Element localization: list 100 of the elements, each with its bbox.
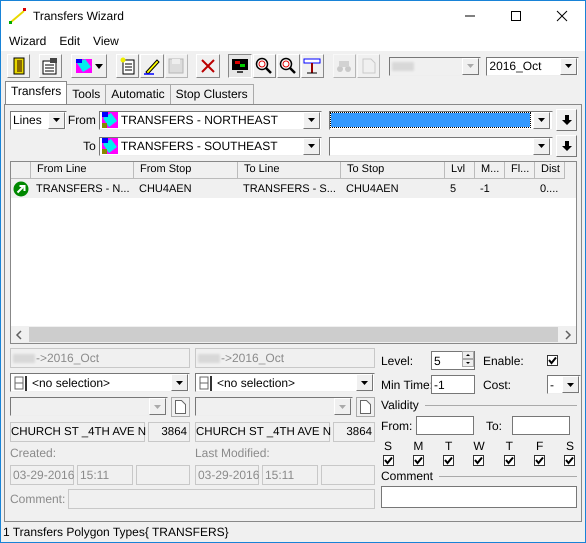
enable-checkbox[interactable]	[547, 355, 558, 366]
caret-icon	[361, 380, 368, 384]
document-icon	[41, 57, 60, 75]
filter-label: From	[66, 113, 97, 127]
day-label: T	[444, 439, 452, 453]
comment-field[interactable]	[381, 486, 577, 508]
page-icon	[360, 57, 378, 75]
day-label: M	[413, 439, 424, 453]
pencil-icon	[142, 57, 161, 75]
stamp-label: Created:	[10, 447, 58, 460]
new-document-icon	[118, 57, 137, 75]
level-spinner[interactable]: 5	[431, 351, 475, 370]
empty-field	[136, 465, 190, 485]
enable-label: Enable:	[483, 354, 525, 368]
cost-combo[interactable]: -	[547, 375, 581, 394]
caret-icon	[538, 118, 546, 122]
stop-combo[interactable]: <no selection>	[10, 373, 190, 392]
down-arrow-button[interactable]	[556, 135, 577, 157]
day-label: S	[566, 439, 574, 453]
horizontal-scrollbar[interactable]	[11, 326, 576, 343]
bus-stop-icon	[13, 374, 29, 390]
menu-item[interactable]: View	[88, 34, 124, 48]
stop-combo[interactable]: <no selection>	[195, 373, 375, 392]
menu-item[interactable]: Edit	[54, 34, 86, 48]
monitor-icon	[230, 57, 249, 75]
table-cell-text: 5	[449, 182, 458, 194]
mode-combo[interactable]: Lines	[10, 110, 67, 130]
stop-name-field: CHURCH ST _4TH AVE N	[195, 422, 330, 442]
layers-icon	[102, 138, 118, 154]
bus-stop-icon	[198, 374, 214, 390]
caret-icon	[339, 404, 346, 408]
page-button[interactable]	[356, 397, 375, 417]
day-checkbox[interactable]	[412, 455, 424, 466]
caret-icon	[154, 404, 161, 408]
filter-label: To	[82, 139, 97, 153]
day-label: F	[536, 439, 544, 453]
caret-icon	[564, 64, 572, 68]
date-field: 03-29-2016	[10, 465, 74, 485]
layer-combo[interactable]: TRANSFERS - SOUTHEAST	[98, 136, 322, 156]
group-title: Comment	[381, 469, 434, 483]
time-field: 15:11	[77, 465, 133, 485]
day-label: T	[506, 439, 513, 453]
down-arrow-icon	[562, 115, 572, 125]
caret-icon	[176, 380, 183, 384]
layer-combo[interactable]: TRANSFERS - NORTHEAST	[98, 110, 322, 130]
period-field: ->2016_Oct	[195, 348, 375, 368]
from-field[interactable]	[416, 416, 474, 435]
delete-icon	[199, 57, 218, 75]
day-checkbox[interactable]	[564, 455, 576, 466]
caret-icon	[467, 64, 474, 68]
min-time-label: Min Time:	[381, 378, 431, 392]
ruler-icon	[303, 57, 322, 75]
zoom-icon	[279, 57, 298, 75]
group-title: Validity	[381, 398, 419, 412]
tab[interactable]: Stop Clusters	[170, 84, 254, 104]
stamp-label: Last Modified:	[195, 447, 271, 460]
toolbar-button[interactable]	[228, 54, 252, 78]
layers-icon	[102, 112, 118, 128]
down-arrow-icon	[562, 141, 572, 151]
table-cell-text: TRANSFERS - N...	[35, 182, 131, 194]
page-button[interactable]	[171, 397, 190, 417]
tab[interactable]: Transfers	[5, 81, 68, 104]
table-cell-text: CHU4AEN	[138, 182, 193, 194]
caret-icon	[538, 144, 546, 148]
table-cell-text: 0....	[539, 182, 560, 194]
stop-id-field: 3864	[148, 422, 190, 442]
period-combo[interactable]: 2016_Oct	[486, 56, 579, 76]
to-field[interactable]	[512, 416, 570, 435]
zoom-icon	[255, 57, 274, 75]
empty-field	[321, 465, 375, 485]
min-time-field[interactable]: -1	[431, 375, 475, 394]
maximize-icon[interactable]	[510, 10, 522, 22]
level-label: Level:	[381, 354, 414, 368]
day-checkbox[interactable]	[382, 455, 394, 466]
page-icon	[360, 400, 371, 414]
table-cell-text: CHU4AEN	[345, 182, 400, 194]
app-icon	[9, 8, 27, 24]
caret-icon	[95, 64, 104, 68]
comment-label: Comment:	[10, 492, 66, 506]
down-arrow-button[interactable]	[556, 109, 578, 131]
day-checkbox[interactable]	[504, 455, 515, 466]
stop-id-field: 3864	[333, 422, 375, 442]
day-label: W	[473, 439, 485, 453]
to-label: To:	[486, 418, 504, 432]
spin-arrows-icon[interactable]	[462, 351, 474, 367]
day-checkbox[interactable]	[534, 455, 546, 466]
layers-icon	[75, 57, 94, 75]
table-cell-text: -1	[479, 182, 491, 194]
caret-icon	[308, 118, 316, 122]
selection-combo[interactable]	[329, 110, 554, 130]
stop-name-field: CHURCH ST _4TH AVE N	[10, 422, 145, 442]
day-checkbox[interactable]	[473, 455, 484, 466]
caret-icon	[308, 144, 316, 148]
time-field: 15:11	[262, 465, 318, 485]
menu-item[interactable]: Wizard	[4, 34, 52, 48]
save-icon	[167, 57, 186, 75]
table-cell-text: TRANSFERS - S...	[242, 182, 337, 194]
close-icon[interactable]	[556, 10, 568, 22]
date-field: 03-29-2016	[195, 465, 259, 485]
day-checkbox[interactable]	[443, 455, 454, 466]
